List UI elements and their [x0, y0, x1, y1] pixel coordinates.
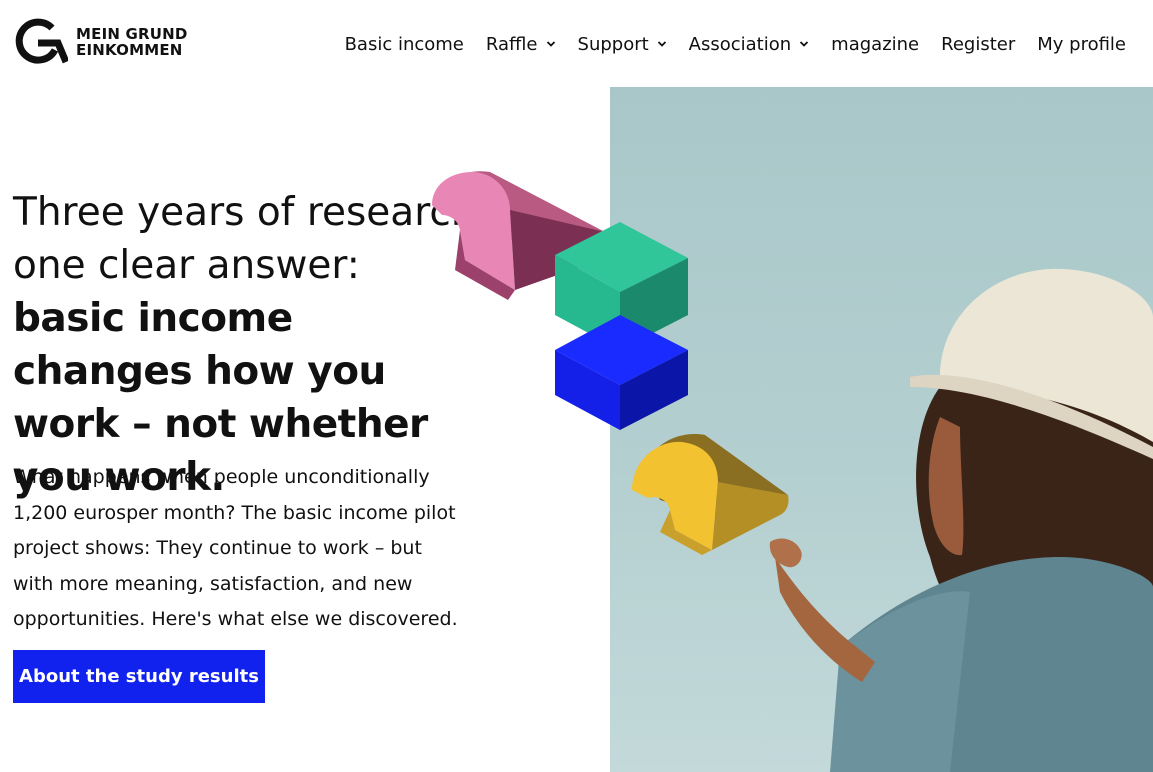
nav-register[interactable]: Register	[941, 34, 1015, 55]
nav-my-profile[interactable]: My profile	[1037, 34, 1126, 55]
hero-title-line-2: one clear answer:	[13, 243, 360, 289]
nav-label: Register	[941, 33, 1016, 55]
nav-basic-income[interactable]: Basic income	[345, 34, 464, 55]
chevron-down-icon	[800, 41, 809, 47]
nav-raffle[interactable]: Raffle	[486, 34, 556, 55]
yellow-arc-shape	[632, 434, 789, 555]
floating-shapes-illustration	[432, 171, 789, 555]
hero-title: Three years of research, one clear answe…	[13, 186, 488, 504]
nav-association[interactable]: Association	[689, 34, 810, 55]
blue-cube-shape	[555, 315, 688, 430]
hero-title-bold: basic income changes how you work – not …	[13, 296, 428, 501]
logo-g-icon	[15, 18, 68, 64]
nav-label: My profile	[1037, 33, 1126, 55]
nav-label: Support	[577, 33, 649, 55]
study-results-button[interactable]: About the study results	[13, 650, 265, 703]
nav-label: Association	[688, 33, 792, 55]
nav-label: Raffle	[485, 33, 538, 55]
hero-title-line-1: Three years of research,	[13, 190, 488, 236]
nav-magazine[interactable]: magazine	[831, 34, 919, 55]
nav-label: Basic income	[344, 33, 464, 55]
brand-wordmark: MEIN GRUND EINKOMMEN	[76, 26, 188, 58]
brand-line-2: EINKOMMEN	[76, 41, 183, 59]
chevron-down-icon	[657, 41, 666, 47]
nav-label: magazine	[831, 33, 920, 55]
nav-support[interactable]: Support	[578, 34, 667, 55]
chevron-down-icon	[546, 41, 555, 47]
main-nav: Basic income Raffle Support Association …	[345, 30, 1126, 58]
brand-logo[interactable]: MEIN GRUND EINKOMMEN	[12, 18, 188, 66]
